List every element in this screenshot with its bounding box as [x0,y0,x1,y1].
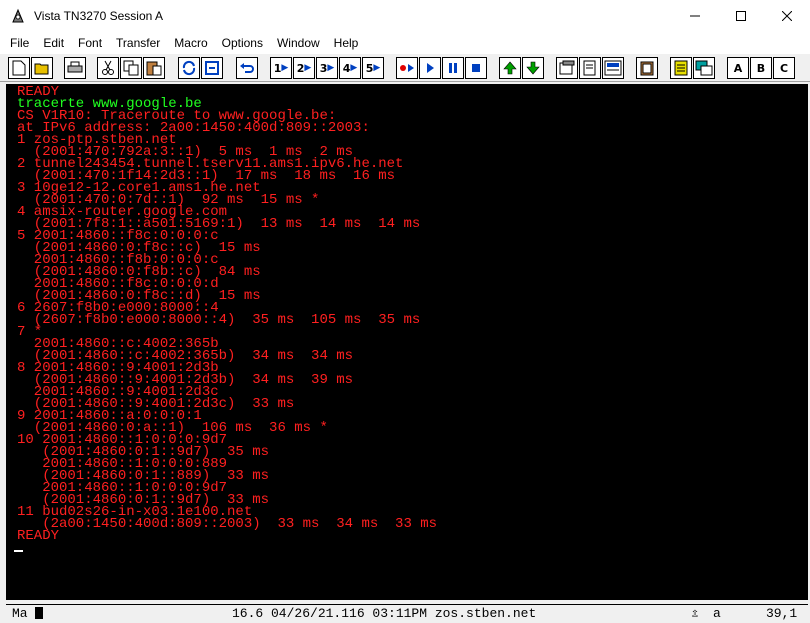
properties-button[interactable] [556,57,578,79]
terminal-screen[interactable]: READY tracerte www.google.be CS V1R10: Tra… [6,84,808,600]
properties-icon [559,60,575,75]
toolbar: 1 ▶ 2 ▶ 3 ▶ 4 ▶ 5 ▶ A B C [0,54,810,82]
status-indicator-block [35,607,43,619]
reconnect-icon [205,61,219,75]
copy-button[interactable] [120,57,142,79]
terminal-line: READY [17,528,60,544]
maximize-icon [736,11,746,21]
menu-file[interactable]: File [3,32,36,54]
screens-button[interactable] [693,57,715,79]
arrow-up-icon [503,61,517,75]
maximize-button[interactable] [718,0,764,32]
session-4-button[interactable]: 4 ▶ [339,57,361,79]
menu-font[interactable]: Font [71,32,109,54]
menu-window[interactable]: Window [270,32,327,54]
session-1-label: 1 [273,61,282,75]
pause-button[interactable] [442,57,464,79]
folder-open-icon [34,63,49,75]
open-button[interactable] [31,57,53,79]
status-info: 16.6 04/26/21.116 03:11PM zos.stben.net [232,606,537,621]
window-title: Vista TN3270 Session A [34,9,163,23]
minimize-icon [690,15,700,17]
session-4-label: 4 [342,61,351,75]
record-icon [400,64,414,72]
menu-bar: File Edit Font Transfer Macro Options Wi… [0,32,810,54]
paste-button[interactable] [143,57,165,79]
file-button[interactable] [579,57,601,79]
refresh-icon [182,60,196,76]
keyboard-map-icon [604,60,622,76]
close-button[interactable] [764,0,810,32]
scissors-icon [102,60,114,75]
session-3-button[interactable]: 3 ▶ [316,57,338,79]
menu-macro[interactable]: Macro [167,32,214,54]
app-icon [12,8,24,23]
title-bar[interactable]: Vista TN3270 Session A [0,0,810,32]
pause-icon [449,63,457,73]
document-icon [583,60,596,76]
cursor-position: 39,1 [766,606,798,621]
macro-a-button[interactable]: A [727,57,749,79]
new-button[interactable] [8,57,30,79]
terminal-line: (2a00:1450:400d:809::2003) 33 ms 34 ms 3… [17,516,438,532]
status-mode: Ma [12,606,28,621]
cut-button[interactable] [97,57,119,79]
undo-button[interactable] [236,57,258,79]
refresh-button[interactable] [178,57,200,79]
status-shift: a [713,606,721,621]
notes-button[interactable] [670,57,692,79]
arrow-down-icon [526,61,540,75]
download-button[interactable] [522,57,544,79]
clipboard-icon [640,61,654,76]
print-button[interactable] [64,57,86,79]
play-button[interactable] [419,57,441,79]
printer-icon [67,61,83,73]
record-macro-button[interactable] [396,57,418,79]
clipboard-button[interactable] [636,57,658,79]
notes-icon [674,60,688,76]
reconnect-button[interactable] [201,57,223,79]
copy-icon [123,60,139,76]
text-cursor [14,550,23,552]
stop-icon [472,64,480,72]
session-5-label: 5 [365,61,374,75]
menu-transfer[interactable]: Transfer [109,32,167,54]
keyboard-map-button[interactable] [602,57,624,79]
undo-icon [240,63,254,73]
upload-button[interactable] [499,57,521,79]
session-3-label: 3 [319,61,328,75]
close-icon [782,11,792,21]
screens-icon [695,60,713,76]
macro-b-button[interactable]: B [750,57,772,79]
macro-c-button[interactable]: C [773,57,795,79]
session-2-label: 2 [296,61,305,75]
stop-button[interactable] [465,57,487,79]
menu-options[interactable]: Options [215,32,270,54]
session-1-button[interactable]: 1 ▶ [270,57,292,79]
minimize-button[interactable] [672,0,718,32]
session-2-button[interactable]: 2 ▶ [293,57,315,79]
paste-icon [146,61,162,76]
status-bar: Ma 16.6 04/26/21.116 03:11PM zos.stben.n… [6,604,808,621]
play-icon [427,63,434,73]
new-file-icon [12,60,26,76]
shift-icon: ⇫ [691,606,699,621]
menu-edit[interactable]: Edit [36,32,71,54]
terminal-line: (2607:f8b0:e000:8000::4) 35 ms 105 ms 35… [17,312,421,328]
menu-help[interactable]: Help [327,32,366,54]
session-5-button[interactable]: 5 ▶ [362,57,384,79]
